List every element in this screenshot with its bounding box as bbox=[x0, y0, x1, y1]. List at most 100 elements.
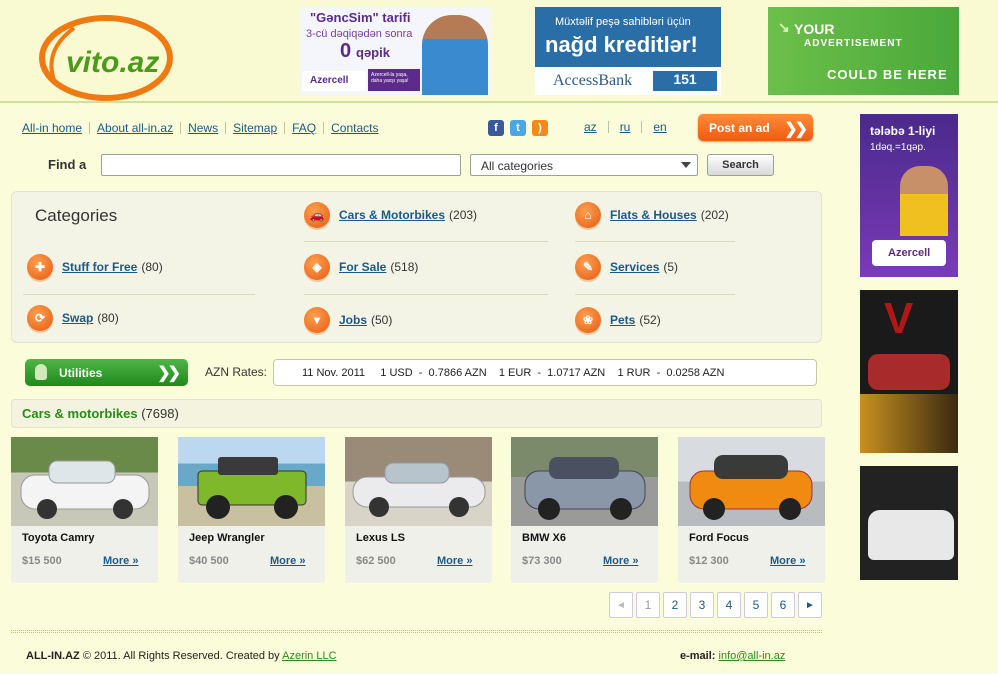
nav-home[interactable]: All-in home bbox=[22, 121, 82, 135]
listing-card[interactable]: BMW X6 $73 300 More » bbox=[511, 437, 658, 583]
listing-card[interactable]: Ford Focus $12 300 More » bbox=[678, 437, 825, 583]
category-link[interactable]: Jobs bbox=[339, 313, 367, 327]
search-input[interactable] bbox=[101, 154, 461, 176]
category-link[interactable]: Stuff for Free bbox=[62, 260, 137, 274]
category-count: (518) bbox=[390, 260, 419, 274]
footer-brand: ALL-IN.AZ bbox=[26, 650, 80, 662]
category-link[interactable]: For Sale bbox=[339, 260, 386, 274]
lang-ru[interactable]: ru bbox=[620, 120, 631, 134]
nav-news[interactable]: News bbox=[188, 121, 218, 135]
car-image[interactable] bbox=[511, 437, 658, 526]
tie-icon: ▾ bbox=[304, 307, 330, 333]
gencsim-tag: Azercell-la yaşa, daha yaxşı yaşa! bbox=[368, 69, 420, 91]
category-link[interactable]: Swap bbox=[62, 311, 93, 325]
category-count: (5) bbox=[663, 260, 679, 274]
category-count: (50) bbox=[371, 313, 393, 327]
your-ad-line1: YOUR bbox=[794, 21, 835, 37]
category-count: (202) bbox=[700, 208, 729, 222]
page-3[interactable]: 3 bbox=[690, 592, 714, 618]
bulb-icon bbox=[35, 364, 47, 380]
gencsim-title: "GəncSim" tarifi bbox=[310, 10, 411, 25]
category-flats: ⌂ Flats & Houses (202) bbox=[575, 202, 729, 228]
company-link[interactable]: Azerin LLC bbox=[282, 650, 336, 662]
side-banner-azercell[interactable]: tələbə 1-liyi 1dəq.=1qəp. Azercell bbox=[860, 114, 958, 277]
header: vito.az "GəncSim" tarifi 3-cü dəqiqədən … bbox=[0, 0, 998, 103]
category-cars: 🚗 Cars & Motorbikes (203) bbox=[304, 202, 477, 228]
more-link[interactable]: More » bbox=[103, 555, 138, 567]
car-price: $40 500 bbox=[189, 555, 229, 567]
prev-page-button[interactable]: ◄ bbox=[609, 592, 633, 618]
rss-icon[interactable]: ) bbox=[532, 120, 548, 136]
page-6[interactable]: 6 bbox=[771, 592, 795, 618]
email-label: e-mail: bbox=[680, 650, 716, 662]
banner-your-ad[interactable]: ↘ YOUR ADVERTISEMENT COULD BE HERE bbox=[768, 7, 959, 95]
next-page-button[interactable]: ► bbox=[798, 592, 822, 618]
car-name: Toyota Camry bbox=[22, 532, 95, 544]
car-name: Lexus LS bbox=[356, 532, 405, 544]
page-4[interactable]: 4 bbox=[717, 592, 741, 618]
category-select[interactable]: All categories bbox=[470, 154, 698, 176]
category-select-value: All categories bbox=[481, 159, 554, 173]
category-link[interactable]: Cars & Motorbikes bbox=[339, 208, 445, 222]
listing-card[interactable]: Jeep Wrangler $40 500 More » bbox=[178, 437, 325, 583]
utilities-button[interactable]: Utilities ❯❯ bbox=[25, 359, 188, 386]
more-link[interactable]: More » bbox=[603, 555, 638, 567]
car-image[interactable] bbox=[178, 437, 325, 526]
nav-about[interactable]: About all-in.az bbox=[97, 121, 173, 135]
category-count: (80) bbox=[97, 311, 119, 325]
gencsim-amount: 0 bbox=[340, 40, 352, 62]
banner-accessbank[interactable]: Müxtəlif peşə sahibləri üçün nağd kredit… bbox=[535, 7, 721, 95]
category-count: (80) bbox=[141, 260, 163, 274]
more-link[interactable]: More » bbox=[437, 555, 472, 567]
logo-text: vito.az bbox=[66, 46, 159, 79]
section-header: Cars & motorbikes (7698) bbox=[11, 399, 822, 428]
category-link[interactable]: Services bbox=[610, 260, 659, 274]
audi-image bbox=[868, 510, 954, 560]
car-price: $73 300 bbox=[522, 555, 562, 567]
banner-gencsim[interactable]: "GəncSim" tarifi 3-cü dəqiqədən sonra 0 … bbox=[300, 7, 491, 95]
gencsim-brand: Azercell bbox=[310, 75, 349, 86]
category-count: (52) bbox=[639, 313, 661, 327]
listing-card[interactable]: Toyota Camry $15 500 More » bbox=[11, 437, 158, 583]
car-price: $15 500 bbox=[22, 555, 62, 567]
category-for-sale: ◈ For Sale (518) bbox=[304, 254, 418, 280]
rates-ticker: 11 Nov. 2011 1 USD - 0.7866 AZN 1 EUR - … bbox=[273, 359, 817, 386]
page-1[interactable]: 1 bbox=[636, 592, 660, 618]
listing-card[interactable]: Lexus LS $62 500 More » bbox=[345, 437, 492, 583]
side-banner-audi[interactable] bbox=[860, 466, 958, 580]
category-jobs: ▾ Jobs (50) bbox=[304, 307, 392, 333]
page-2[interactable]: 2 bbox=[663, 592, 687, 618]
twitter-icon[interactable]: t bbox=[510, 120, 526, 136]
search-button[interactable]: Search bbox=[707, 154, 774, 176]
category-link[interactable]: Flats & Houses bbox=[610, 208, 697, 222]
more-link[interactable]: More » bbox=[770, 555, 805, 567]
car-image[interactable] bbox=[11, 437, 158, 526]
access-line2: nağd kreditlər! bbox=[545, 32, 698, 57]
category-link[interactable]: Pets bbox=[610, 313, 635, 327]
category-free: ✚ Stuff for Free (80) bbox=[27, 254, 163, 280]
car-name: Jeep Wrangler bbox=[189, 532, 265, 544]
gift-icon: ✚ bbox=[27, 254, 53, 280]
social-links: f t ) bbox=[488, 120, 548, 136]
more-link[interactable]: More » bbox=[270, 555, 305, 567]
page-5[interactable]: 5 bbox=[744, 592, 768, 618]
post-ad-button[interactable]: Post an ad ❯❯ bbox=[698, 114, 813, 141]
your-ad-line2: ADVERTISEMENT bbox=[804, 38, 903, 49]
car-image[interactable] bbox=[678, 437, 825, 526]
category-count: (203) bbox=[449, 208, 478, 222]
side-banner-mercedes[interactable]: V bbox=[860, 290, 958, 453]
car-name: BMW X6 bbox=[522, 532, 566, 544]
facebook-icon[interactable]: f bbox=[488, 120, 504, 136]
lang-en[interactable]: en bbox=[653, 120, 666, 134]
arrow-icon: ↘ bbox=[778, 19, 790, 35]
email-link[interactable]: info@all-in.az bbox=[719, 650, 786, 662]
lang-az[interactable]: az bbox=[584, 120, 597, 134]
nav-sitemap[interactable]: Sitemap bbox=[233, 121, 277, 135]
find-label: Find a bbox=[48, 157, 87, 172]
post-ad-label: Post an ad bbox=[709, 120, 770, 135]
pagination: ◄ 1 2 3 4 5 6 ► bbox=[609, 592, 822, 618]
site-logo[interactable]: vito.az bbox=[34, 10, 174, 104]
car-image[interactable] bbox=[345, 437, 492, 526]
nav-contacts[interactable]: Contacts bbox=[331, 121, 378, 135]
nav-faq[interactable]: FAQ bbox=[292, 121, 316, 135]
